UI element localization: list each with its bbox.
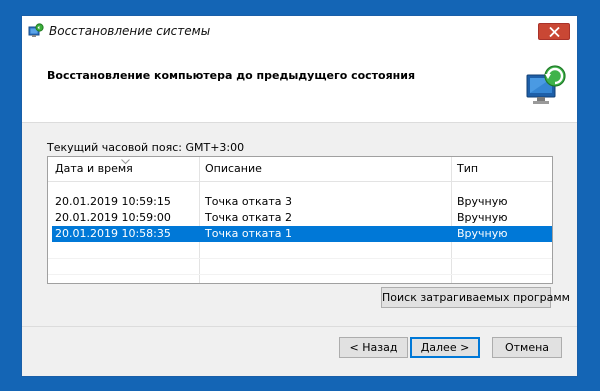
timezone-label: Текущий часовой пояс: GMT+3:00: [47, 141, 245, 154]
system-restore-small-icon: [28, 23, 44, 39]
column-header-date[interactable]: Дата и время: [55, 162, 133, 175]
row-type: Вручную: [457, 195, 508, 208]
table-row[interactable]: 20.01.2019 10:59:15 Точка отката 3 Вручн…: [52, 194, 552, 210]
row-date: 20.01.2019 10:58:35: [55, 227, 171, 240]
row-date: 20.01.2019 10:59:15: [55, 195, 171, 208]
system-restore-icon: [524, 63, 568, 107]
row-divider: [48, 258, 552, 259]
back-button[interactable]: < Назад: [339, 337, 408, 358]
close-icon: [549, 27, 560, 37]
row-date: 20.01.2019 10:59:00: [55, 211, 171, 224]
restore-points-list[interactable]: Дата и время Описание Тип 20.01.2019 10:…: [47, 156, 553, 284]
wizard-heading: Восстановление компьютера до предыдущего…: [47, 69, 416, 82]
column-header-type[interactable]: Тип: [457, 162, 478, 175]
close-button[interactable]: [538, 23, 570, 40]
row-description: Точка отката 2: [205, 211, 292, 224]
window-title: Восстановление системы: [49, 24, 211, 38]
cancel-button[interactable]: Отмена: [492, 337, 562, 358]
list-header: Дата и время Описание Тип: [48, 157, 552, 182]
system-restore-window: Восстановление системы Восстановление ко…: [21, 15, 578, 377]
column-header-description[interactable]: Описание: [205, 162, 262, 175]
table-row[interactable]: 20.01.2019 10:59:00 Точка отката 2 Вручн…: [52, 210, 552, 226]
next-button[interactable]: Далее >: [410, 337, 480, 358]
row-description: Точка отката 3: [205, 195, 292, 208]
row-type: Вручную: [457, 227, 508, 240]
row-description: Точка отката 1: [205, 227, 292, 240]
row-divider: [48, 274, 552, 275]
desktop-background: Восстановление системы Восстановление ко…: [0, 0, 600, 391]
table-row-selected[interactable]: 20.01.2019 10:58:35 Точка отката 1 Вручн…: [52, 226, 552, 242]
footer-divider: [22, 326, 577, 327]
wizard-header: Восстановление компьютера до предыдущего…: [22, 47, 577, 123]
scan-affected-programs-button[interactable]: Поиск затрагиваемых программ: [381, 287, 570, 308]
row-type: Вручную: [457, 211, 508, 224]
title-bar[interactable]: Восстановление системы: [22, 16, 577, 47]
